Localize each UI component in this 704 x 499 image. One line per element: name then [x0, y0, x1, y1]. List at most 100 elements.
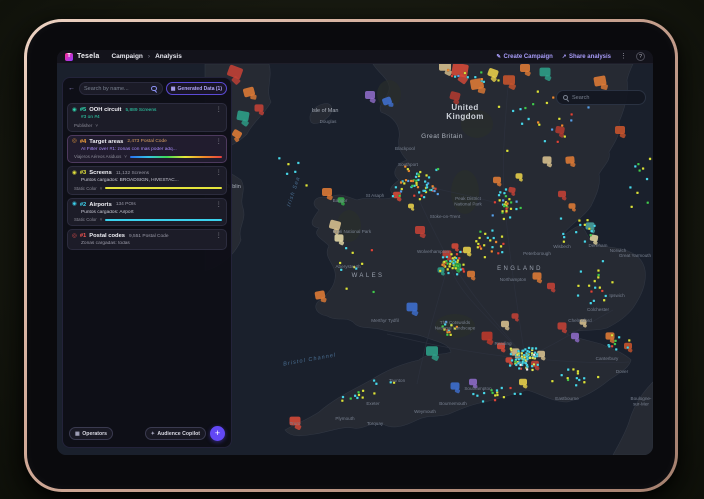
map-label: Peak DistrictNational Park [454, 196, 482, 206]
breadcrumb: Campaign › Analysis [111, 53, 181, 60]
kebab-menu-button[interactable]: ⋮ [216, 233, 223, 240]
share-analysis-button[interactable]: ↗ Share analysis [562, 54, 611, 60]
map-label: The CotswoldsNational Landscape [435, 320, 476, 330]
layer-title: Postal codes [89, 233, 125, 239]
map-search-box[interactable] [556, 90, 646, 105]
pencil-icon: ✎ [496, 54, 501, 60]
layer-style-dropdown[interactable]: Viajeros Aéreos Asiduos [74, 154, 121, 159]
sidebar-search-input[interactable] [84, 86, 149, 92]
layer-card-header: ◉#2Airports134 POIs⋮ [72, 202, 222, 209]
layer-card-3[interactable]: ◉#3Screens11,132 Screens⋮Puntos cargados… [67, 166, 227, 195]
audience-copilot-button[interactable]: ✦ Audience Copilot [145, 427, 206, 440]
generated-data-button[interactable]: ▦ Generated Data (1) [166, 82, 227, 95]
share-icon: ↗ [562, 54, 567, 60]
map-label: Bournemouth [439, 401, 467, 406]
layer-subtitle: Puntos cargados: BROADSIGN, HIVESTAC... [81, 178, 222, 183]
layer-card-header: ◉#5OOH circuit5,889 Screens⋮ [72, 107, 222, 114]
sidebar-toolbar: ← ▦ Generated Data (1) [67, 82, 227, 95]
create-campaign-label: Create Campaign [504, 54, 553, 60]
sidebar-search-box[interactable] [79, 82, 163, 95]
map-label: Wolverhampton [417, 249, 450, 254]
layer-card-1[interactable]: ◎#1Postal codes9,551 Postal Code⋮Zonas c… [67, 229, 227, 250]
map-label: Chelmsford [568, 318, 592, 323]
map-label: Dover [616, 369, 629, 374]
map-label: Merthyr Tydfil [371, 318, 398, 323]
more-menu-button[interactable]: ⋮ [620, 53, 627, 60]
chevron-down-icon: ˅ [124, 154, 127, 159]
layer-style-row: Publisher˅ [74, 123, 222, 128]
page-background: T Tesela Campaign › Analysis ✎ Create Ca… [0, 0, 704, 499]
create-campaign-button[interactable]: ✎ Create Campaign [496, 54, 552, 60]
layer-card-2[interactable]: ◉#2Airports134 POIs⋮Puntos cargados: Air… [67, 198, 227, 227]
sidebar-footer: ▦ Operators ✦ Audience Copilot + [67, 424, 227, 443]
chevron-right-icon: › [148, 53, 150, 60]
map-label: Isle of Man [312, 108, 339, 114]
share-analysis-label: Share analysis [569, 54, 611, 60]
sparkle-icon: ✦ [151, 431, 155, 437]
kebab-menu-button[interactable]: ⋮ [216, 202, 223, 209]
kebab-menu-button[interactable]: ⋮ [216, 107, 223, 114]
map-label: Southampton [464, 386, 492, 391]
globe-icon: ◎ [72, 139, 77, 145]
layer-rank: #5 [80, 107, 86, 113]
layer-style-dropdown[interactable]: Static Color [74, 217, 97, 222]
add-layer-button[interactable]: + [210, 426, 225, 441]
layer-subtitle: #3 on #4 [81, 115, 222, 120]
map-label: Peterborough [523, 251, 551, 256]
map-label: ENGLAND [497, 266, 543, 272]
layer-rank: #2 [80, 202, 86, 208]
layer-color-bar [130, 156, 222, 158]
operators-button[interactable]: ▦ Operators [69, 427, 113, 440]
layer-card-header: ◉#3Screens11,132 Screens⋮ [72, 170, 222, 177]
map-label: Northampton [500, 277, 527, 282]
layer-rank: #4 [80, 139, 86, 145]
layer-rank: #1 [80, 233, 86, 239]
map-label: WALES [352, 273, 385, 279]
layer-title: Airports [89, 202, 112, 208]
kebab-menu-button[interactable]: ⋮ [216, 139, 223, 146]
layer-card-5[interactable]: ◉#5OOH circuit5,889 Screens⋮#3 on #4Publ… [67, 103, 227, 132]
collapse-sidebar-button[interactable]: ← [67, 85, 76, 92]
app-screen: T Tesela Campaign › Analysis ✎ Create Ca… [57, 50, 653, 455]
layer-style-row: Static Color˅ [74, 217, 222, 222]
map-label: Southport [398, 162, 419, 167]
layer-style-row: Static Color˅ [74, 186, 222, 191]
chevron-down-icon: ˅ [100, 217, 103, 222]
layer-style-dropdown[interactable]: Publisher [74, 123, 92, 128]
map-search-input[interactable] [572, 95, 640, 101]
kebab-menu-button[interactable]: ⋮ [216, 170, 223, 177]
map-label: Colchester [587, 307, 609, 312]
map-label: Exeter [366, 401, 380, 406]
layer-subtitle: AI Filter over #1: zonas con mas poder a… [81, 147, 222, 152]
chevron-down-icon: ˅ [95, 123, 98, 128]
breadcrumb-analysis[interactable]: Analysis [155, 53, 182, 60]
layer-card-header: ◎#4Target areas2,473 Postal Code⋮ [72, 139, 222, 146]
map-label: UnitedKingdom [446, 103, 483, 121]
map-label: Great Britain [421, 133, 463, 140]
map-label: Taunton [389, 378, 406, 383]
pin-icon: ◉ [72, 108, 77, 114]
chevron-down-icon: ˅ [100, 186, 103, 191]
operators-label: Operators [82, 431, 107, 437]
map-label: Great Yarmouth [619, 253, 652, 258]
layer-subtitle: Zonas cargadas: todas [81, 241, 222, 246]
layer-count: 11,132 Screens [116, 171, 149, 176]
map-label: Aberystwyth [335, 264, 360, 269]
layer-cards: ◉#5OOH circuit5,889 Screens⋮#3 on #4Publ… [67, 103, 227, 250]
breadcrumb-campaign[interactable]: Campaign [111, 53, 142, 60]
map-label: Douglas [320, 119, 338, 124]
map-label: Canterbury [596, 356, 619, 361]
map-label: Plymouth [335, 416, 355, 421]
layer-card-4[interactable]: ◎#4Target areas2,473 Postal Code⋮AI Filt… [67, 135, 227, 164]
table-icon: ▦ [171, 86, 176, 92]
layer-style-dropdown[interactable]: Static Color [74, 186, 97, 191]
layer-subtitle: Puntos cargados: Airport [81, 210, 222, 215]
layer-rank: #3 [80, 170, 86, 176]
layer-count: 5,889 Screens [125, 108, 156, 113]
pin-icon: ◉ [72, 171, 77, 177]
help-button[interactable]: ? [636, 52, 645, 61]
header-actions: ✎ Create Campaign ↗ Share analysis ⋮ ? [496, 52, 645, 61]
map-label: Boulogne-sur-Mer [631, 396, 652, 406]
generated-data-label: Generated Data (1) [178, 86, 222, 92]
layers-sidebar: ← ▦ Generated Data (1) ◉#5OOH circuit5,8… [62, 77, 232, 448]
